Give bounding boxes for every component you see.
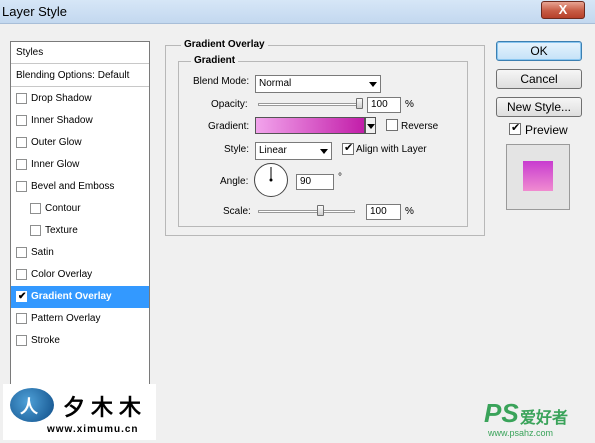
style-item-checkbox[interactable] (16, 159, 27, 170)
angle-indicator-icon (269, 167, 273, 182)
style-item-checkbox[interactable]: ✔ (16, 291, 27, 302)
styles-list: Styles Blending Options: Default Drop Sh… (10, 41, 150, 387)
styles-header[interactable]: Styles (11, 42, 149, 64)
style-item-checkbox[interactable] (16, 93, 27, 104)
scale-input[interactable]: 100 (366, 204, 401, 220)
chevron-down-icon (367, 124, 375, 129)
style-item-label: Pattern Overlay (31, 313, 101, 324)
window-title: Layer Style (2, 4, 68, 19)
style-item-label: Drop Shadow (31, 93, 92, 104)
style-item-contour[interactable]: Contour (11, 198, 149, 220)
style-item-texture[interactable]: Texture (11, 220, 149, 242)
style-item-label: Gradient Overlay (31, 291, 112, 302)
preview-swatch (523, 161, 553, 191)
style-item-checkbox[interactable] (16, 137, 27, 148)
style-item-checkbox[interactable] (16, 115, 27, 126)
checkmark-icon: ✔ (511, 122, 521, 134)
style-item-label: Stroke (31, 335, 60, 346)
chevron-down-icon (369, 82, 377, 87)
opacity-label: Opacity: (211, 99, 248, 110)
angle-label: Angle: (220, 176, 249, 187)
cancel-button[interactable]: Cancel (496, 69, 582, 89)
scale-unit: % (405, 206, 414, 217)
gradient-label: Gradient: (208, 121, 250, 132)
style-item-label: Bevel and Emboss (31, 181, 115, 192)
blending-options-item[interactable]: Blending Options: Default (11, 65, 149, 87)
style-item-inner-shadow[interactable]: Inner Shadow (11, 110, 149, 132)
style-item-pattern-overlay[interactable]: Pattern Overlay (11, 308, 149, 330)
chevron-down-icon (320, 149, 328, 154)
ok-button[interactable]: OK (496, 41, 582, 61)
opacity-slider-thumb[interactable] (356, 98, 363, 109)
style-item-checkbox[interactable] (16, 181, 27, 192)
scale-label: Scale: (223, 206, 251, 217)
watermark-right: PS 爱好者 www.psahz.com (484, 400, 594, 440)
gradient-swatch[interactable] (255, 117, 365, 134)
reverse-label: Reverse (401, 121, 439, 132)
opacity-input[interactable]: 100 (367, 97, 401, 113)
angle-unit: ° (338, 172, 342, 183)
scale-slider-track[interactable] (258, 210, 355, 213)
style-item-checkbox[interactable] (16, 269, 27, 280)
watermark-left: 人 夕木木 www.ximumu.cn (3, 384, 156, 440)
style-item-label: Inner Shadow (31, 115, 93, 126)
opacity-unit: % (405, 99, 414, 110)
style-item-checkbox[interactable] (16, 313, 27, 324)
style-select[interactable]: Linear (255, 142, 332, 160)
style-item-checkbox[interactable] (16, 335, 27, 346)
watermark-right-text: 爱好者 (520, 410, 569, 427)
scale-slider-thumb[interactable] (317, 205, 325, 216)
style-item-drop-shadow[interactable]: Drop Shadow (11, 88, 149, 110)
style-item-color-overlay[interactable]: Color Overlay (11, 264, 149, 286)
style-item-label: Inner Glow (31, 159, 80, 170)
opacity-slider-track[interactable] (258, 103, 362, 106)
style-item-label: Contour (45, 203, 81, 214)
checkmark-icon: ✔ (344, 142, 354, 154)
ximumu-logo: 人 (10, 388, 54, 422)
gradient-group-title: Gradient (191, 55, 239, 66)
preview-label: Preview (525, 123, 568, 137)
align-with-layer-label: Align with Layer (356, 144, 427, 155)
style-item-label: Texture (45, 225, 78, 236)
style-item-satin[interactable]: Satin (11, 242, 149, 264)
style-item-bevel-and-emboss[interactable]: Bevel and Emboss (11, 176, 149, 198)
reverse-checkbox[interactable] (386, 119, 398, 131)
gradient-dropdown[interactable] (365, 117, 376, 134)
ps-logo: PS (484, 398, 519, 428)
angle-center-dot (269, 178, 273, 182)
blend-mode-select[interactable]: Normal (255, 75, 381, 93)
style-item-stroke[interactable]: Stroke (11, 330, 149, 352)
section-title: Gradient Overlay (181, 39, 268, 50)
watermark-left-url: www.ximumu.cn (47, 424, 139, 435)
style-item-checkbox[interactable] (30, 203, 41, 214)
angle-dial[interactable] (254, 163, 288, 197)
style-item-inner-glow[interactable]: Inner Glow (11, 154, 149, 176)
style-item-label: Satin (31, 247, 54, 258)
preview-checkbox[interactable]: ✔ (509, 122, 521, 135)
new-style-button[interactable]: New Style... (496, 97, 582, 117)
style-item-checkbox[interactable] (16, 247, 27, 258)
style-item-outer-glow[interactable]: Outer Glow (11, 132, 149, 154)
blend-mode-label: Blend Mode: (193, 76, 250, 87)
watermark-right-url: www.psahz.com (488, 428, 554, 438)
checkmark-icon: ✔ (18, 291, 27, 302)
style-item-gradient-overlay[interactable]: ✔ Gradient Overlay (11, 286, 149, 308)
title-bar: Layer Style X (0, 0, 595, 24)
style-item-checkbox[interactable] (30, 225, 41, 236)
align-with-layer-checkbox[interactable]: ✔ (342, 142, 354, 155)
style-item-label: Outer Glow (31, 137, 82, 148)
angle-input[interactable]: 90 (296, 174, 334, 190)
style-label: Style: (224, 144, 250, 155)
style-item-label: Color Overlay (31, 269, 93, 280)
watermark-left-text: 夕木木 (63, 395, 148, 420)
preview-thumbnail (506, 144, 570, 210)
close-button[interactable]: X (541, 1, 585, 19)
